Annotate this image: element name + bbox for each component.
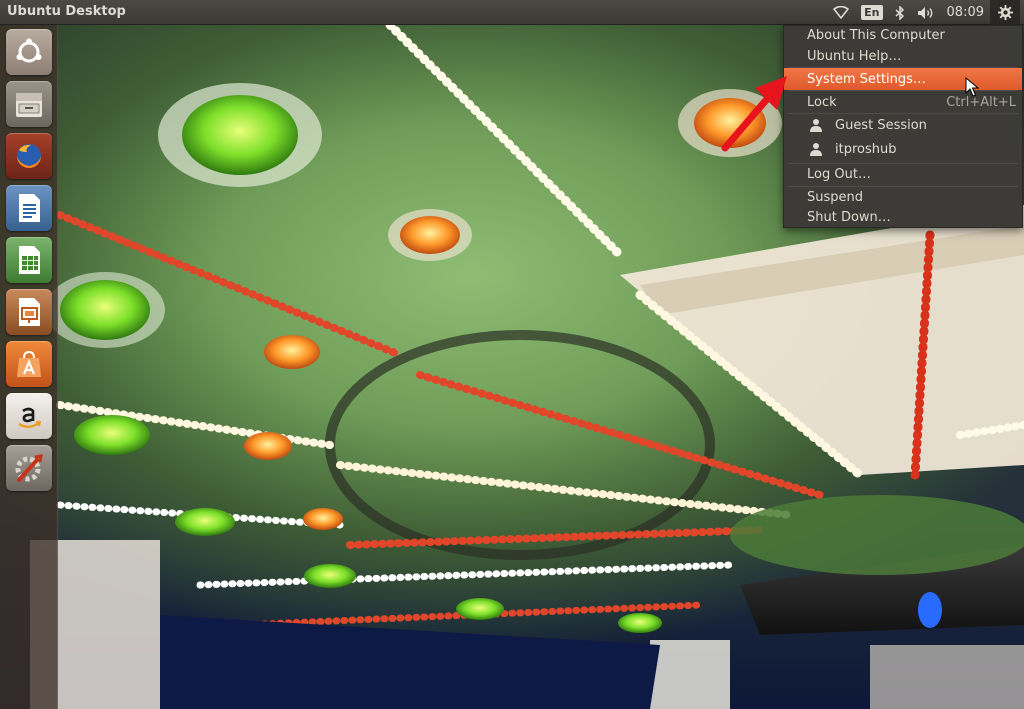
person-icon [810, 143, 822, 156]
settings-tools-icon [15, 454, 43, 482]
session-indicator[interactable] [990, 0, 1020, 25]
launcher-libreoffice-writer[interactable] [6, 185, 52, 231]
menu-item-system-settings[interactable]: System Settings… [784, 68, 1022, 90]
keyboard-layout-indicator[interactable]: En [855, 0, 888, 25]
menu-item-label: Guest Session [835, 117, 927, 133]
ubuntu-logo-icon [16, 38, 42, 63]
top-panel: Ubuntu Desktop En 08:09 [0, 0, 1024, 25]
window-title: Ubuntu Desktop [7, 4, 126, 19]
launcher-dash-home[interactable] [6, 29, 52, 75]
mouse-pointer-icon [965, 77, 979, 97]
launcher-libreoffice-impress[interactable] [6, 289, 52, 335]
file-cabinet-icon [16, 93, 42, 117]
firefox-icon [17, 144, 41, 168]
menu-item-label: Suspend [807, 189, 864, 205]
keyboard-layout-label: En [861, 5, 883, 20]
gear-icon [997, 5, 1013, 20]
session-menu: About This Computer Ubuntu Help… System … [783, 25, 1023, 228]
network-icon [833, 6, 849, 19]
clock-indicator[interactable]: 08:09 [941, 0, 990, 25]
network-indicator[interactable] [827, 0, 855, 25]
menu-item-label: Shut Down… [807, 209, 891, 225]
menu-item-label: Lock [807, 94, 837, 110]
indicator-area: En 08:09 [827, 0, 1020, 25]
writer-document-icon [19, 194, 40, 222]
unity-launcher [0, 25, 58, 709]
launcher-files[interactable] [6, 81, 52, 127]
calc-spreadsheet-icon [19, 246, 40, 274]
launcher-amazon[interactable] [6, 393, 52, 439]
amazon-icon [18, 407, 42, 428]
menu-item-label: About This Computer [807, 27, 945, 43]
annotation-arrow-icon [721, 76, 787, 152]
menu-item-about-this-computer[interactable]: About This Computer [784, 24, 1022, 46]
volume-icon [917, 6, 932, 19]
menu-item-ubuntu-help[interactable]: Ubuntu Help… [784, 45, 1022, 67]
sound-indicator[interactable] [911, 0, 941, 25]
menu-item-log-out[interactable]: Log Out… [784, 163, 1022, 185]
person-icon [810, 119, 822, 132]
clock-label: 08:09 [946, 5, 984, 20]
menu-item-guest-session[interactable]: Guest Session [784, 113, 1022, 137]
menu-item-label: Log Out… [807, 166, 871, 182]
launcher-software-center[interactable] [6, 341, 52, 387]
menu-item-suspend[interactable]: Suspend [784, 186, 1022, 208]
menu-item-user-itproshub[interactable]: itproshub [784, 137, 1022, 161]
shopping-bag-icon [17, 350, 41, 377]
launcher-libreoffice-calc[interactable] [6, 237, 52, 283]
menu-item-label: itproshub [835, 141, 897, 157]
menu-item-label: System Settings… [807, 71, 926, 87]
impress-presentation-icon [19, 298, 40, 326]
menu-item-label: Ubuntu Help… [807, 48, 902, 64]
menu-item-shut-down[interactable]: Shut Down… [784, 206, 1022, 228]
lock-shortcut: Ctrl+Alt+L [946, 94, 1016, 110]
launcher-firefox[interactable] [6, 133, 52, 179]
bluetooth-icon [895, 5, 904, 20]
launcher-system-settings[interactable] [6, 445, 52, 491]
bluetooth-indicator[interactable] [889, 0, 911, 25]
menu-item-lock[interactable]: Lock Ctrl+Alt+L [784, 91, 1022, 113]
